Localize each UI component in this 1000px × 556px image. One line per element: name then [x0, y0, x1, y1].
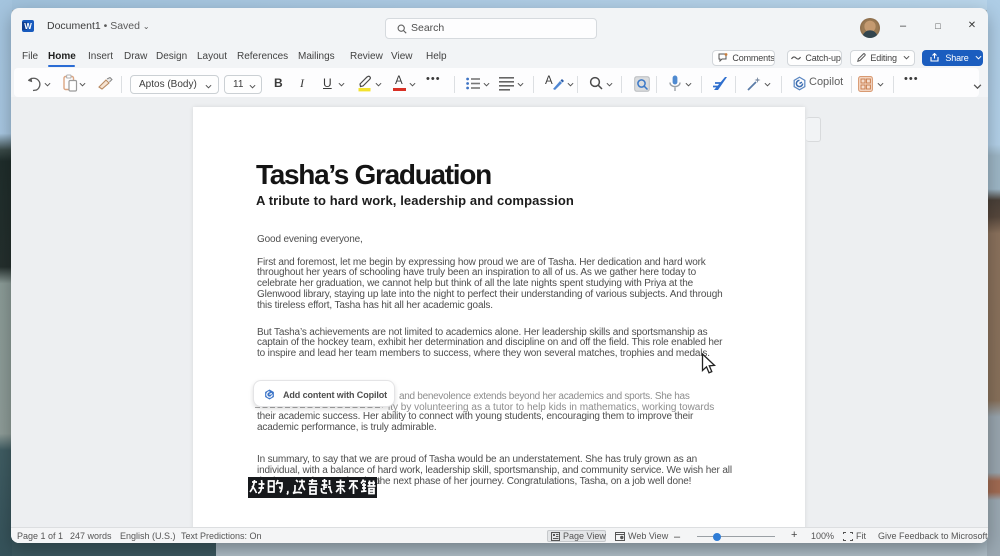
svg-text:W: W	[24, 22, 32, 31]
